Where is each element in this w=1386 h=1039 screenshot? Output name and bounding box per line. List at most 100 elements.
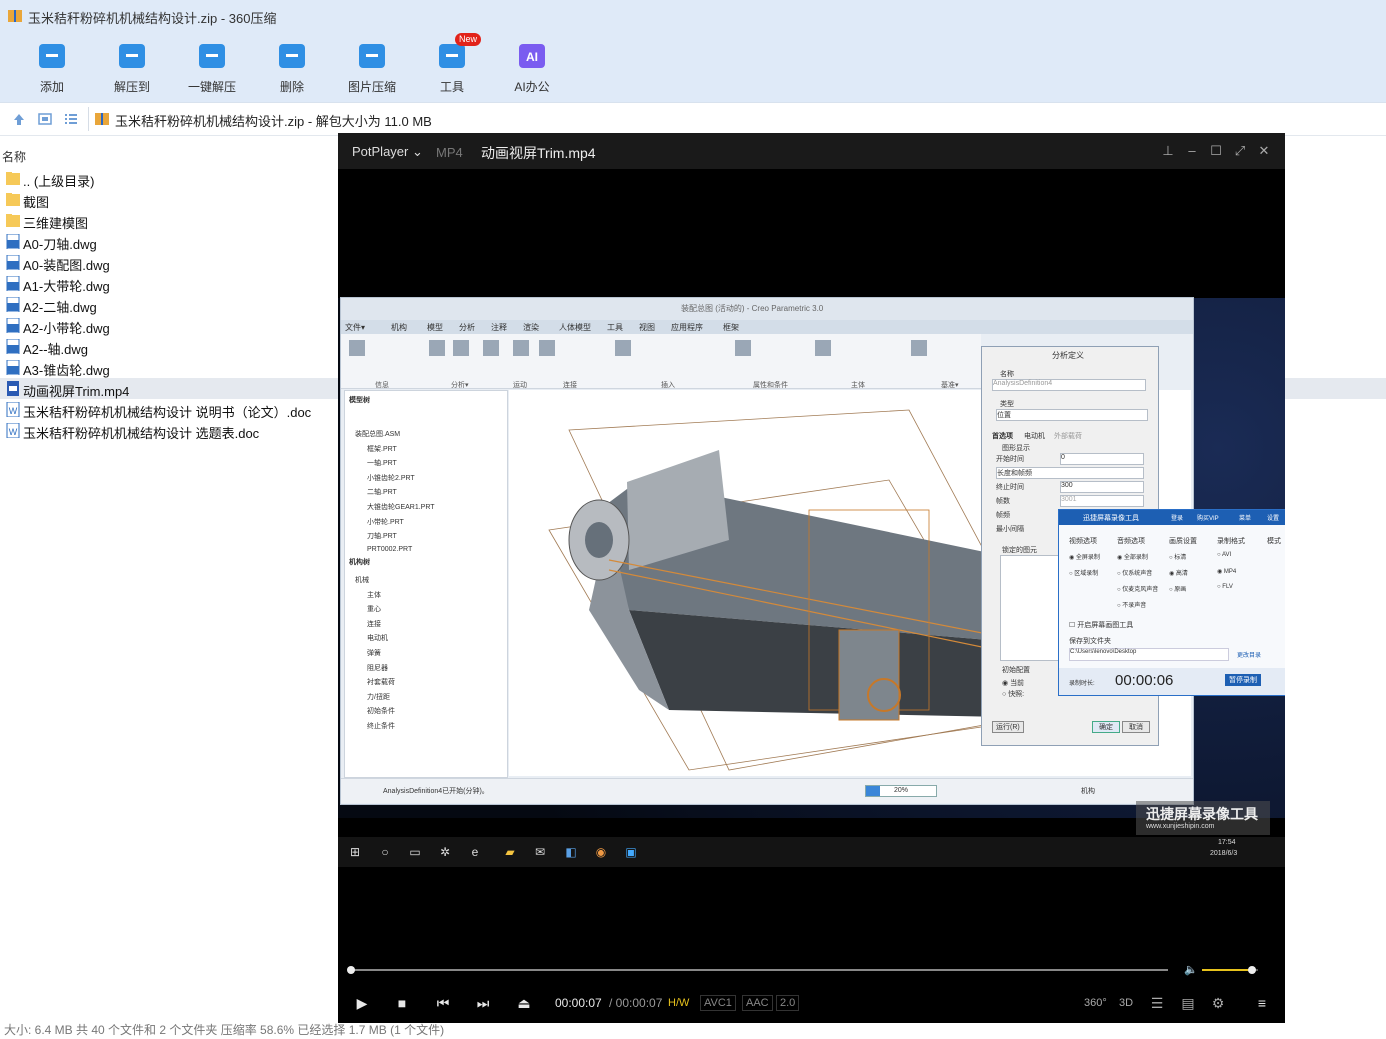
recorder-option[interactable]: ○ 不录声音 <box>1117 600 1146 609</box>
model-tree-item[interactable]: 大锥齿轮GEAR1.PRT <box>367 502 435 512</box>
tab-preferences[interactable]: 首选项 <box>992 431 1013 441</box>
end-time-input[interactable]: 300 <box>1060 481 1144 493</box>
recorder-option[interactable]: ◉ 全屏录制 <box>1069 552 1100 561</box>
settings-icon[interactable]: ⚙ <box>1208 993 1228 1013</box>
recorder-option[interactable]: ○ 仅系统声音 <box>1117 568 1152 577</box>
channels-badge[interactable]: 2.0 <box>776 995 800 1011</box>
list-item[interactable]: A2--轴.dwg <box>0 336 340 357</box>
creo-menu-tab[interactable]: 框架 <box>723 322 739 333</box>
fullscreen-icon[interactable]: ⤢ <box>1232 143 1248 159</box>
toolbar-button-0[interactable]: 添加 <box>12 32 92 102</box>
model-tree-item[interactable]: 小锥齿轮2.PRT <box>367 473 415 483</box>
minimize-icon[interactable]: – <box>1184 143 1200 159</box>
frames-input[interactable]: 3001 <box>1060 495 1144 507</box>
dialog-name-input[interactable]: AnalysisDefinition4 <box>992 379 1146 391</box>
menu-icon[interactable]: ≡ <box>1252 993 1272 1013</box>
creo-menu-tab[interactable]: 模型 <box>427 322 443 333</box>
radio-current[interactable]: ◉ 当前 <box>1002 678 1024 688</box>
list-item[interactable]: W 玉米秸秆粉碎机机械结构设计 说明书（论文）.doc <box>0 399 340 420</box>
list-item[interactable]: 截图 <box>0 189 340 210</box>
tab-motor[interactable]: 电动机 <box>1024 431 1045 441</box>
start-time-input[interactable]: 0 <box>1060 453 1144 465</box>
model-tree-item[interactable]: 一轴.PRT <box>367 458 397 468</box>
pin-icon[interactable]: ⊥ <box>1160 143 1176 159</box>
up-arrow-icon[interactable] <box>12 112 26 126</box>
list-item[interactable]: A2-小带轮.dwg <box>0 315 340 336</box>
video-area[interactable]: 装配总图 (活动的) - Creo Parametric 3.0 文件▾ 机构 模型… <box>338 169 1285 987</box>
hw-badge[interactable]: H/W <box>664 995 694 1011</box>
prev-icon[interactable]: ⏮ <box>433 993 453 1013</box>
list-item[interactable]: W 玉米秸秆粉碎机机械结构设计 选题表.doc <box>0 420 340 441</box>
mech-tree-item[interactable]: 机械 <box>355 575 369 585</box>
player-brand-menu[interactable]: PotPlayer ⌄ <box>352 144 423 160</box>
chapters-icon[interactable]: ▤ <box>1178 993 1198 1013</box>
creo-menu-tab[interactable]: 分析 <box>459 322 475 333</box>
tab-external-load[interactable]: 外部载荷 <box>1054 431 1082 441</box>
recorder-path-input[interactable]: C:\Users\lenovo\Desktop <box>1069 648 1229 661</box>
recorder-option[interactable]: ○ FLV <box>1217 584 1233 590</box>
seek-handle[interactable] <box>347 966 355 974</box>
recorder-pause-button[interactable]: 暂停录制 <box>1225 674 1261 686</box>
length-rate-select[interactable]: 长度和帧频 <box>996 467 1144 479</box>
toolbar-button-1[interactable]: 解压到 <box>92 32 172 102</box>
list-item[interactable]: 三维建模图 <box>0 210 340 231</box>
recorder-menu[interactable]: 菜单 <box>1239 513 1251 522</box>
play-icon[interactable]: ▶ <box>352 993 372 1013</box>
stop-icon[interactable]: ■ <box>392 993 412 1013</box>
audio-codec-badge[interactable]: AAC <box>742 995 773 1011</box>
recorder-option[interactable]: ○ 标清 <box>1169 552 1186 561</box>
column-header-name[interactable]: 名称 <box>0 146 340 164</box>
recorder-option[interactable]: ○ 区域录制 <box>1069 568 1098 577</box>
recorder-change-dir[interactable]: 更改目录 <box>1237 650 1261 659</box>
mech-tree-item[interactable]: 力/扭距 <box>367 692 390 702</box>
recorder-login[interactable]: 登录 <box>1171 513 1183 522</box>
model-tree-item[interactable]: 刀轴.PRT <box>367 531 397 541</box>
mech-tree-item[interactable]: 终止条件 <box>367 721 395 731</box>
address-field[interactable]: 玉米秸秆粉碎机机械结构设计.zip - 解包大小为 11.0 MB <box>88 107 1379 131</box>
toolbar-button-4[interactable]: 图片压缩 <box>332 32 412 102</box>
toolbar-button-2[interactable]: 一键解压 <box>172 32 252 102</box>
mech-tree-item[interactable]: 阻尼器 <box>367 663 388 673</box>
toolbar-button-5[interactable]: New 工具 <box>412 32 492 102</box>
seek-bar[interactable]: 🔈 <box>338 959 1285 981</box>
ok-button[interactable]: 确定 <box>1092 721 1120 733</box>
recorder-option[interactable]: ○ AVI <box>1217 552 1231 558</box>
list-item[interactable]: A0-刀轴.dwg <box>0 231 340 252</box>
view-thumbnail-icon[interactable] <box>38 112 52 126</box>
recorder-option[interactable]: ◉ 高清 <box>1169 568 1188 577</box>
creo-menu-tab[interactable]: 工具 <box>607 322 623 333</box>
360-icon[interactable]: 360° <box>1084 993 1107 1013</box>
run-button[interactable]: 运行(R) <box>992 721 1024 733</box>
toolbar-button-3[interactable]: 删除 <box>252 32 332 102</box>
creo-menu-tab[interactable]: 视图 <box>639 322 655 333</box>
mech-tree-item[interactable]: 衬套载荷 <box>367 677 395 687</box>
creo-menu-tab[interactable]: 渲染 <box>523 322 539 333</box>
cancel-button[interactable]: 取消 <box>1122 721 1150 733</box>
eject-icon[interactable]: ⏏ <box>514 993 534 1013</box>
3d-icon[interactable]: 3D <box>1116 993 1136 1013</box>
model-tree-item[interactable]: PRT0002.PRT <box>367 546 412 553</box>
list-item[interactable]: A1-大带轮.dwg <box>0 273 340 294</box>
dialog-type-select[interactable]: 位置 <box>996 409 1148 421</box>
recorder-buy-vip[interactable]: 购买VIP <box>1197 513 1219 522</box>
model-tree-item[interactable]: 框架.PRT <box>367 444 397 454</box>
list-item[interactable]: A0-装配图.dwg <box>0 252 340 273</box>
recorder-draw-tool[interactable]: ☐ 开启屏幕画图工具 <box>1069 620 1133 630</box>
video-codec-badge[interactable]: AVC1 <box>700 995 736 1011</box>
list-item[interactable]: A2-二轴.dwg <box>0 294 340 315</box>
close-icon[interactable]: ✕ <box>1256 143 1272 159</box>
playlist-search-icon[interactable]: ☰ <box>1147 993 1167 1013</box>
creo-menu-tab[interactable]: 注释 <box>491 322 507 333</box>
model-tree-item[interactable]: 小带轮.PRT <box>367 517 404 527</box>
recorder-option[interactable]: ◉ 全部录制 <box>1117 552 1148 561</box>
recorder-option[interactable]: ◉ MP4 <box>1217 568 1236 575</box>
maximize-icon[interactable]: ☐ <box>1208 143 1224 159</box>
mech-tree-item[interactable]: 连接 <box>367 619 381 629</box>
mech-tree-item[interactable]: 电动机 <box>367 633 388 643</box>
recorder-option[interactable]: ○ 原画 <box>1169 584 1186 593</box>
view-list-icon[interactable] <box>64 112 78 126</box>
model-tree-item[interactable]: 二轴.PRT <box>367 487 397 497</box>
mech-tree-item[interactable]: 弹簧 <box>367 648 381 658</box>
mech-tree-item[interactable]: 重心 <box>367 604 381 614</box>
mech-tree-item[interactable]: 主体 <box>367 590 381 600</box>
